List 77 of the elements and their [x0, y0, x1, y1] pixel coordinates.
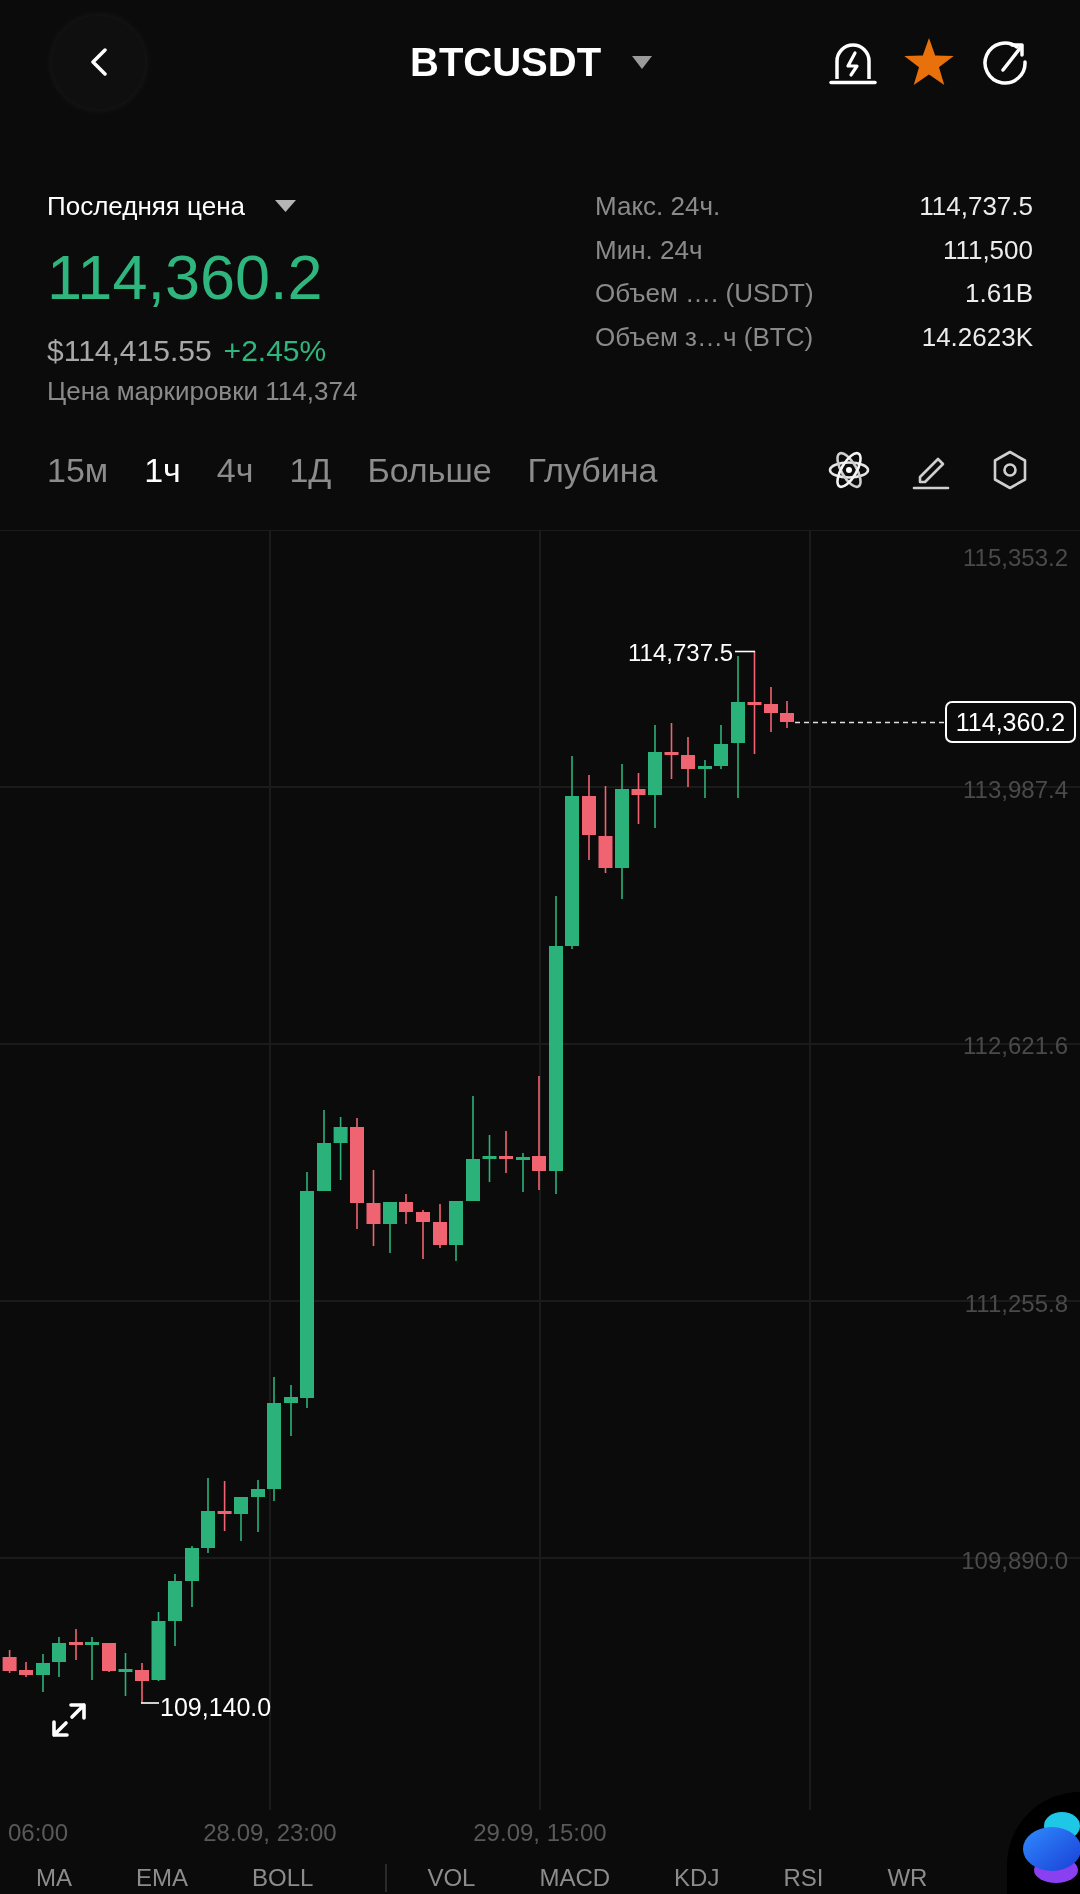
- time-axis-label: 29.09, 15:00: [473, 1818, 607, 1846]
- indicator-tab[interactable]: BOLL: [252, 1864, 314, 1892]
- price-axis-label: 113,987.4: [963, 775, 1068, 803]
- stat-value: 114,737.5: [919, 190, 1033, 224]
- candlestick: [698, 759, 712, 799]
- indicator-tab[interactable]: KDJ: [674, 1864, 720, 1892]
- floating-orb-button[interactable]: [1007, 1792, 1080, 1894]
- candlestick: [681, 736, 695, 788]
- candlestick: [185, 1545, 199, 1608]
- candlestick: [217, 1480, 232, 1532]
- caret-down-icon: [275, 200, 296, 212]
- candlestick: [151, 1611, 166, 1682]
- timeframe-tab[interactable]: 15м: [47, 450, 109, 490]
- candlestick: [631, 772, 646, 825]
- candlestick: [234, 1496, 248, 1542]
- time-axis-label: 28.09, 23:00: [203, 1818, 337, 1846]
- indicator-tab[interactable]: EMA: [136, 1864, 188, 1892]
- candlestick: [36, 1653, 50, 1693]
- candlestick: [416, 1209, 430, 1260]
- stat-label: Объем …. (USDT): [595, 277, 814, 311]
- stat-label: Макс. 24ч.: [595, 190, 721, 224]
- candlestick: [399, 1193, 413, 1225]
- chevron-left-icon: [89, 48, 108, 76]
- stat-value: 1.61B: [965, 277, 1033, 311]
- last-price: 114,360.2: [47, 246, 323, 309]
- indicator-tab[interactable]: VOL: [427, 1864, 476, 1892]
- candlestick: [499, 1130, 513, 1174]
- usd-price: $114,415.55: [47, 332, 212, 369]
- timeframe-tab[interactable]: 1ч: [144, 450, 181, 490]
- expand-icon[interactable]: [52, 1703, 86, 1737]
- candlestick: [780, 700, 794, 729]
- timeframe-tab[interactable]: Больше: [367, 450, 492, 490]
- stat-value: 111,500: [942, 233, 1033, 267]
- time-axis-label: 06:00: [7, 1818, 69, 1846]
- candlestick: [118, 1652, 133, 1697]
- candlestick: [664, 722, 679, 780]
- stat-value: 14.2623K: [921, 320, 1033, 354]
- symbol-dropdown[interactable]: BTCUSDT: [410, 42, 653, 82]
- candlestick: [102, 1642, 116, 1673]
- indicator-tab[interactable]: MA: [36, 1864, 72, 1892]
- star-icon[interactable]: [902, 37, 956, 87]
- indicator-tab[interactable]: WR: [887, 1864, 928, 1892]
- price-axis-label: 112,621.6: [963, 1031, 1068, 1059]
- candlestick: [251, 1479, 265, 1533]
- candlestick: [714, 724, 728, 770]
- price-axis-label: 115,353.2: [963, 543, 1068, 571]
- candlestick: [482, 1134, 497, 1183]
- settings-icon[interactable]: [992, 450, 1028, 490]
- candlestick: [2, 1649, 17, 1674]
- mark-price: Цена маркировки 114,374: [47, 375, 358, 408]
- candlestick: [333, 1116, 348, 1181]
- price-axis-label: 109,890.0: [961, 1546, 1068, 1574]
- price-type-dropdown[interactable]: Последняя цена: [47, 188, 296, 224]
- candlestick: [383, 1201, 397, 1254]
- candlestick: [52, 1636, 66, 1678]
- candlestick: [516, 1152, 530, 1193]
- timeframe-tab[interactable]: Глубина: [527, 450, 658, 490]
- indicator-tab[interactable]: MACD: [539, 1864, 611, 1892]
- candlestick: [135, 1662, 149, 1704]
- atom-icon[interactable]: [828, 449, 870, 491]
- stat-label: Объем з…ч (BTC): [595, 320, 814, 354]
- candlestick: [19, 1661, 33, 1678]
- candlestick: [284, 1384, 298, 1437]
- price-change: +2.45%: [223, 332, 327, 369]
- stat-label: Мин. 24ч: [595, 233, 703, 267]
- candlestick: [449, 1200, 463, 1262]
- circular-arrow-icon[interactable]: [980, 38, 1030, 86]
- price-axis-label: 111,255.8: [964, 1289, 1068, 1317]
- last-price-tag: 114,360.2: [945, 701, 1076, 743]
- candlestick: [69, 1628, 83, 1661]
- caret-down-icon: [632, 55, 653, 69]
- indicator-tab[interactable]: RSI: [783, 1864, 824, 1892]
- timeframe-tab[interactable]: 1Д: [289, 450, 332, 490]
- candlestick: [85, 1636, 99, 1681]
- candlestick: [433, 1203, 447, 1249]
- timeframe-tab[interactable]: 4ч: [216, 450, 254, 490]
- candlestick: [764, 686, 778, 733]
